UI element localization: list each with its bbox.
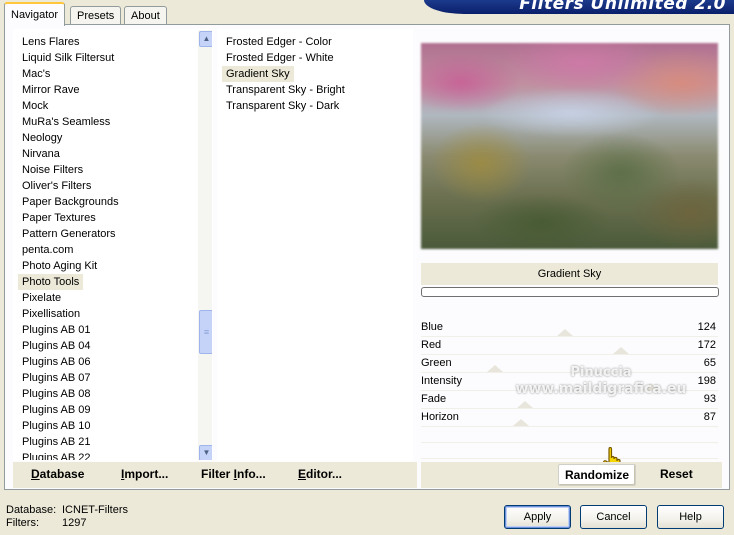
filters-count: 1297 [62, 517, 87, 529]
param-value[interactable]: 172 [698, 339, 716, 351]
filter-list[interactable]: Frosted Edger - Color Frosted Edger - Whi… [217, 29, 413, 461]
param-label: Green [421, 357, 452, 369]
category-item[interactable]: penta.com [18, 242, 77, 258]
param-label: Fade [421, 393, 447, 405]
app-title: Filters Unlimited 2.0 [519, 0, 726, 14]
filter-item[interactable]: Frosted Edger - Color [222, 34, 336, 50]
editor-button[interactable]: Editor... [298, 467, 342, 481]
filters-label: Filters: [6, 517, 39, 529]
category-item[interactable]: Plugins AB 08 [18, 386, 95, 402]
param-label: Red [421, 339, 442, 351]
category-item[interactable]: Plugins AB 10 [18, 418, 95, 434]
database-value: ICNET-Filters [62, 504, 128, 516]
slider-thumb-icon[interactable] [557, 329, 573, 336]
category-item[interactable]: Noise Filters [18, 162, 87, 178]
database-button[interactable]: Database [31, 467, 84, 481]
param-fade[interactable]: Fade 93 [421, 391, 718, 409]
help-button[interactable]: Help [657, 505, 724, 529]
empty-param-row [421, 443, 718, 459]
import-button[interactable]: Import... [121, 467, 168, 481]
preview-image [421, 43, 718, 249]
tab-presets[interactable]: Presets [70, 6, 122, 25]
param-label: Blue [421, 321, 444, 333]
tab-navigator[interactable]: Navigator [4, 2, 66, 26]
category-item[interactable]: Lens Flares [18, 34, 83, 50]
category-item[interactable]: Mac's [18, 66, 54, 82]
category-item[interactable]: Photo Tools [18, 274, 84, 290]
category-item[interactable]: Nirvana [18, 146, 64, 162]
filter-item[interactable]: Transparent Sky - Bright [222, 82, 349, 98]
category-item[interactable]: MuRa's Seamless [18, 114, 114, 130]
tab-about[interactable]: About [124, 6, 167, 25]
database-label: Database: [6, 504, 57, 516]
filter-item[interactable]: Transparent Sky - Dark [222, 98, 343, 114]
param-value[interactable]: 65 [704, 357, 716, 369]
param-red[interactable]: Red 172 [421, 337, 718, 355]
apply-button[interactable]: Apply [504, 505, 571, 529]
category-item[interactable]: Plugins AB 04 [18, 338, 95, 354]
scroll-down-button[interactable]: ▼ [199, 445, 212, 460]
scroll-thumb[interactable]: ≡ [199, 310, 212, 354]
scroll-up-button[interactable]: ▲ [199, 31, 212, 47]
category-item[interactable]: Liquid Silk Filtersut [18, 50, 118, 66]
category-item[interactable]: Pixelate [18, 290, 65, 306]
reset-button[interactable]: Reset [660, 467, 693, 481]
param-value[interactable]: 198 [698, 375, 716, 387]
category-item[interactable]: Paper Backgrounds [18, 194, 123, 210]
filter-name-label: Gradient Sky [421, 263, 718, 285]
category-item[interactable]: Paper Textures [18, 210, 100, 226]
category-item[interactable]: Plugins AB 09 [18, 402, 95, 418]
slider-thumb-icon[interactable] [613, 347, 629, 354]
slider-thumb-icon[interactable] [487, 365, 503, 372]
slider-thumb-icon[interactable] [513, 419, 529, 426]
param-green[interactable]: Green 65 [421, 355, 718, 373]
filter-info-button[interactable]: Filter Info... [201, 467, 266, 481]
category-item[interactable]: Oliver's Filters [18, 178, 95, 194]
category-item[interactable]: Pattern Generators [18, 226, 120, 242]
category-item[interactable]: Photo Aging Kit [18, 258, 101, 274]
empty-param-row [421, 427, 718, 443]
randomize-button[interactable]: Randomize [558, 464, 636, 486]
category-item[interactable]: Plugins AB 06 [18, 354, 95, 370]
param-blue[interactable]: Blue 124 [421, 319, 718, 337]
param-horizon[interactable]: Horizon 87 [421, 409, 718, 427]
filter-item[interactable]: Gradient Sky [222, 66, 294, 82]
category-item[interactable]: Pixellisation [18, 306, 84, 322]
slider-thumb-icon[interactable] [643, 383, 659, 390]
category-item[interactable]: Mirror Rave [18, 82, 83, 98]
param-label: Horizon [421, 411, 459, 423]
category-item[interactable]: Plugins AB 21 [18, 434, 95, 450]
param-label: Intensity [421, 375, 462, 387]
param-value[interactable]: 87 [704, 411, 716, 423]
filter-item[interactable]: Frosted Edger - White [222, 50, 338, 66]
param-intensity[interactable]: Intensity 198 [421, 373, 718, 391]
category-item[interactable]: Mock [18, 98, 52, 114]
category-item[interactable]: Plugins AB 22 [18, 450, 95, 460]
cancel-button[interactable]: Cancel [580, 505, 647, 529]
category-item[interactable]: Plugins AB 07 [18, 370, 95, 386]
right-button-bar: Randomize Reset [421, 462, 722, 488]
app-banner: Filters Unlimited 2.0 [424, 0, 734, 14]
left-button-bar: Database Import... Filter Info... Editor… [13, 462, 417, 488]
param-value[interactable]: 93 [704, 393, 716, 405]
progress-bar [421, 287, 719, 297]
slider-thumb-icon[interactable] [517, 401, 533, 408]
category-item[interactable]: Plugins AB 01 [18, 322, 95, 338]
category-scrollbar[interactable]: ▲ ≡ ▼ [198, 30, 212, 460]
category-list[interactable]: Lens Flares Liquid Silk Filtersut Mac's Mir… [13, 29, 213, 461]
category-item[interactable]: Neology [18, 130, 66, 146]
navigator-panel: Lens Flares Liquid Silk Filtersut Mac's Mir… [4, 24, 730, 490]
param-value[interactable]: 124 [698, 321, 716, 333]
